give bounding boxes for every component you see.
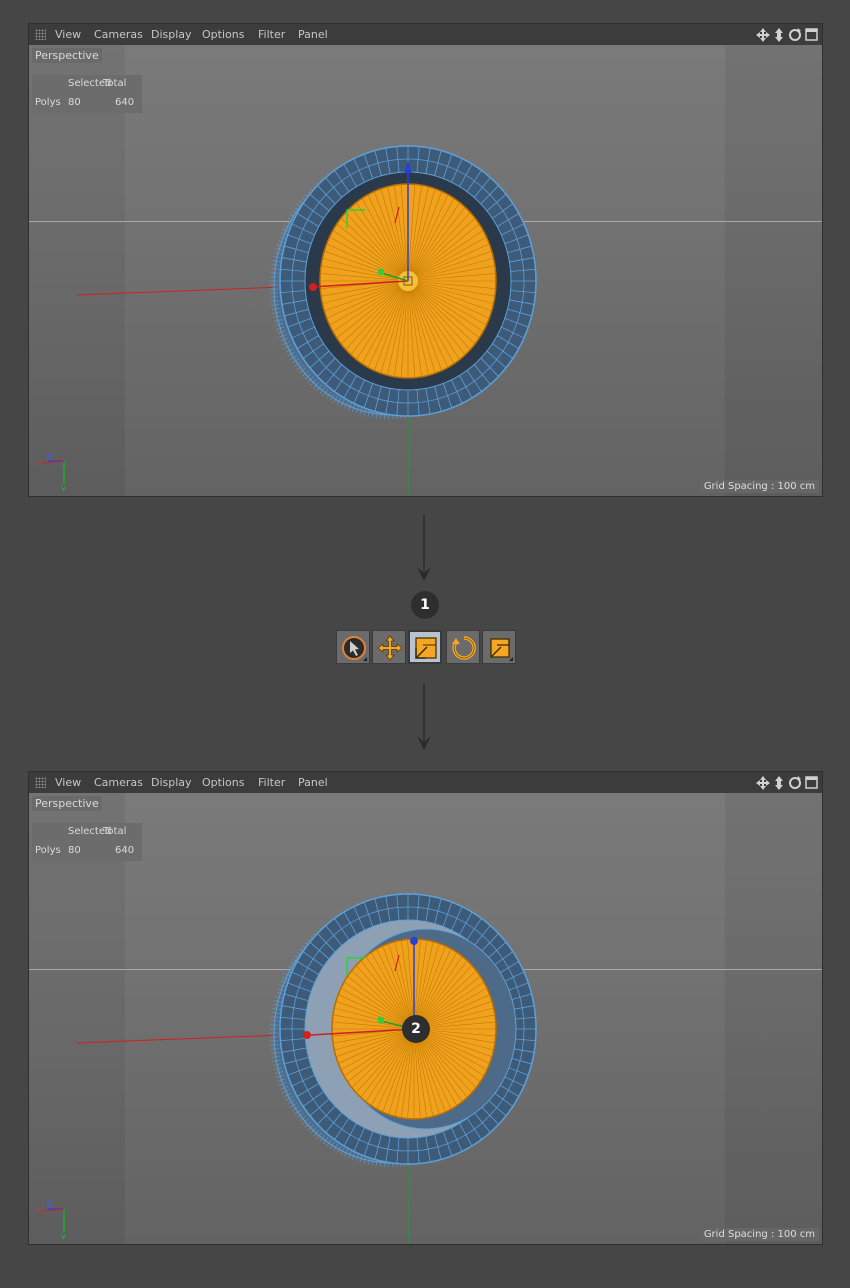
menu-filter[interactable]: Filter: [258, 776, 285, 789]
menu-cameras[interactable]: Cameras: [94, 28, 143, 41]
stats-total-value: 640: [115, 845, 135, 856]
stats-hud: Selected Total Polys 80 640: [32, 75, 142, 113]
stats-col-total: Total: [103, 78, 127, 89]
flow-arrow-down-icon: [417, 684, 431, 750]
menu-options[interactable]: Options: [202, 776, 244, 789]
flow-arrow-down-icon: [417, 515, 431, 581]
step-badge-1: 1: [411, 591, 439, 619]
panel-grip-icon[interactable]: [35, 29, 46, 40]
axis-label-z: Z: [46, 453, 52, 463]
world-axis-icon: y Z x: [36, 1201, 66, 1239]
viewport-menubar: View Cameras Display Options Filter Pane…: [29, 772, 822, 794]
rotate-tool-button[interactable]: [446, 630, 480, 664]
grid-spacing-label: Grid Spacing : 100 cm: [699, 480, 819, 493]
menu-display[interactable]: Display: [151, 28, 192, 41]
live-selection-tool-button[interactable]: [336, 630, 370, 664]
viewport-canvas[interactable]: Perspective Selected Total Polys 80 640 …: [29, 45, 822, 496]
axis-label-z: Z: [46, 1201, 52, 1211]
viewport-top[interactable]: View Cameras Display Options Filter Pane…: [28, 23, 823, 497]
grid-spacing-label: Grid Spacing : 100 cm: [699, 1228, 819, 1241]
maximize-view-icon[interactable]: [805, 28, 818, 41]
viewport-bottom[interactable]: View Cameras Display Options Filter Pane…: [28, 771, 823, 1245]
view-nav-icons: [755, 26, 819, 43]
pan-view-icon[interactable]: [756, 28, 770, 42]
scale-icon: [415, 637, 437, 659]
menu-display[interactable]: Display: [151, 776, 192, 789]
wheel-object[interactable]: [76, 145, 537, 496]
stats-col-total: Total: [103, 826, 127, 837]
move-tool-button[interactable]: [372, 630, 406, 664]
rotate-view-icon[interactable]: [789, 28, 801, 41]
axis-label-x: x: [36, 1206, 41, 1215]
wheel-object[interactable]: [76, 893, 537, 1244]
scene-wheel[interactable]: [29, 45, 822, 496]
maximize-view-icon[interactable]: [805, 776, 818, 789]
menu-view[interactable]: View: [55, 28, 81, 41]
stats-hud: Selected Total Polys 80 640: [32, 823, 142, 861]
menu-panel[interactable]: Panel: [298, 776, 328, 789]
step-badge-2: 2: [402, 1015, 430, 1043]
menu-view[interactable]: View: [55, 776, 81, 789]
transform-toolbar: [336, 629, 518, 665]
stats-total-value: 640: [115, 97, 135, 108]
scale-tool-button[interactable]: [408, 630, 442, 664]
scale-variant-tool-button[interactable]: [482, 630, 516, 664]
stats-row-polys: Polys: [35, 845, 61, 856]
view-nav-icons: [755, 774, 819, 791]
menu-panel[interactable]: Panel: [298, 28, 328, 41]
move-icon: [377, 635, 403, 661]
zoom-view-icon[interactable]: [775, 28, 783, 42]
rotate-icon: [452, 636, 476, 660]
panel-grip-icon[interactable]: [35, 777, 46, 788]
pan-view-icon[interactable]: [756, 776, 770, 790]
stats-selected-value: 80: [68, 845, 81, 856]
menu-options[interactable]: Options: [202, 28, 244, 41]
menu-filter[interactable]: Filter: [258, 28, 285, 41]
world-axis-icon: y Z x: [36, 453, 66, 491]
viewport-menubar: View Cameras Display Options Filter Pane…: [29, 24, 822, 46]
axis-label-y: y: [61, 484, 66, 491]
viewport-title[interactable]: Perspective: [32, 796, 102, 811]
axis-label-y: y: [61, 1232, 66, 1239]
menu-cameras[interactable]: Cameras: [94, 776, 143, 789]
stats-row-polys: Polys: [35, 97, 61, 108]
axis-label-x: x: [36, 458, 41, 467]
rotate-view-icon[interactable]: [789, 776, 801, 789]
viewport-title[interactable]: Perspective: [32, 48, 102, 63]
zoom-view-icon[interactable]: [775, 776, 783, 790]
stats-selected-value: 80: [68, 97, 81, 108]
